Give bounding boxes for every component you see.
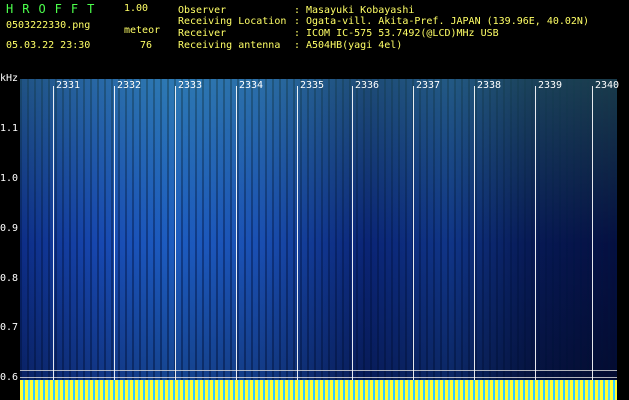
gridline-horizontal xyxy=(20,370,617,371)
x-tick: 2335 xyxy=(300,80,325,91)
info-value: Masayuki Kobayashi xyxy=(306,5,415,16)
datetime-label: 05.03.22 23:30 xyxy=(6,40,91,51)
y-tick: 1.0 xyxy=(0,173,19,184)
y-tick: 0.6 xyxy=(0,372,19,383)
time-gridline xyxy=(592,86,593,380)
x-tick: 2331 xyxy=(56,80,81,91)
info-value: ICOM IC-575 53.7492(@LCD)MHz USB xyxy=(306,28,499,39)
x-tick: 2336 xyxy=(355,80,380,91)
y-tick: 0.7 xyxy=(0,322,19,333)
time-gridline xyxy=(114,86,115,380)
time-gridline xyxy=(175,86,176,380)
y-tick: 0.9 xyxy=(0,223,19,234)
spectrogram-plot xyxy=(20,79,617,380)
info-key: Receiver xyxy=(178,28,227,39)
meteor-count: 76 xyxy=(140,40,153,51)
y-tick: 0.8 xyxy=(0,273,19,284)
time-gridline xyxy=(297,86,298,380)
x-tick: 2333 xyxy=(178,80,203,91)
mode-label: meteor xyxy=(124,25,161,36)
info-key: Observer xyxy=(178,5,227,16)
version-label: 1.00 xyxy=(124,3,149,14)
info-antenna: Receiving antenna: A504HB(yagi 4el) xyxy=(178,40,403,51)
x-tick: 2339 xyxy=(538,80,563,91)
time-gridline xyxy=(535,86,536,380)
x-tick: 2334 xyxy=(239,80,264,91)
x-tick: 2340 xyxy=(595,80,620,91)
time-gridline xyxy=(352,86,353,380)
header-panel: HROFFT 1.00 0503222330.png meteor 05.03.… xyxy=(0,0,629,78)
x-tick: 2337 xyxy=(416,80,441,91)
info-value: Ogata-vill. Akita-Pref. JAPAN (139.96E, … xyxy=(306,16,589,27)
x-tick: 2332 xyxy=(117,80,142,91)
filename-label: 0503222330.png xyxy=(6,20,91,31)
app-title: HROFFT xyxy=(6,2,104,16)
time-gridline xyxy=(236,86,237,380)
y-axis-label: kHz xyxy=(0,73,19,84)
gridline-horizontal xyxy=(20,377,617,378)
time-gridline xyxy=(474,86,475,380)
info-location: Receiving Location: Ogata-vill. Akita-Pre… xyxy=(178,16,589,27)
info-key: Receiving antenna xyxy=(178,40,281,51)
y-tick: 1.1 xyxy=(0,123,19,134)
baseline-band xyxy=(20,380,617,400)
info-receiver: Receiver: ICOM IC-575 53.7492(@LCD)MHz US… xyxy=(178,28,499,39)
time-gridline xyxy=(413,86,414,380)
info-observer: Observer: Masayuki Kobayashi xyxy=(178,5,415,16)
info-key: Receiving Location xyxy=(178,16,287,27)
time-gridline xyxy=(53,86,54,380)
info-value: A504HB(yagi 4el) xyxy=(306,40,403,51)
x-tick: 2338 xyxy=(477,80,502,91)
